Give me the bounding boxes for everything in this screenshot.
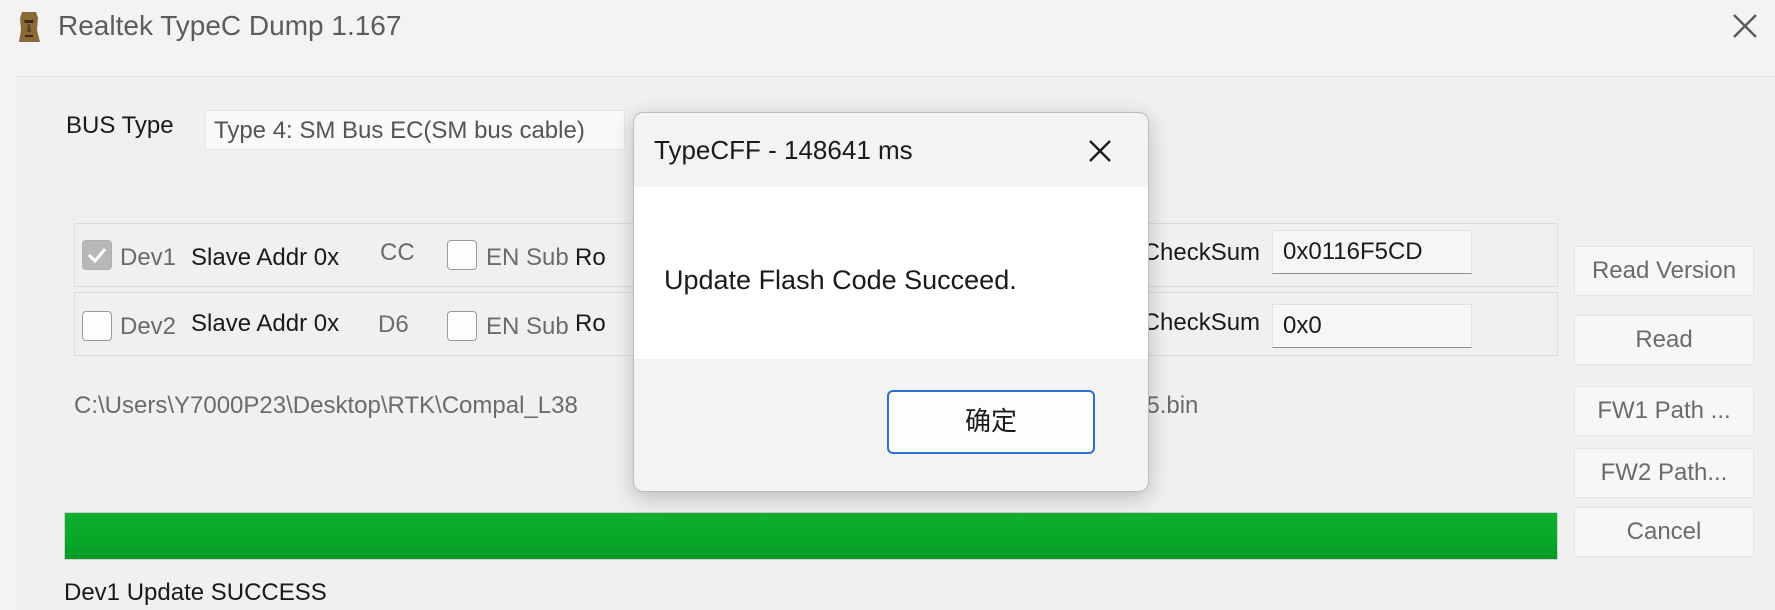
message-dialog: TypeCFF - 148641 ms Update Flash Code Su… [633,112,1149,492]
dev2-ro-label: Ro [575,310,606,337]
ok-button[interactable]: 确定 [887,390,1095,454]
dev2-checkbox[interactable] [82,311,112,341]
fw1-path-button[interactable]: FW1 Path ... [1574,386,1754,436]
read-version-button[interactable]: Read Version [1574,246,1754,296]
dev1-en-sub-checkbox[interactable] [447,240,477,270]
dev1-slave-addr-label: Slave Addr 0x [191,244,340,271]
progress-bar [64,512,1558,560]
fw2-path-button[interactable]: FW2 Path... [1574,448,1754,498]
dev2-en-sub-checkbox[interactable] [447,311,477,341]
title-bar: Realtek TypeC Dump 1.167 [0,0,1775,76]
dev1-label: Dev1 [120,244,177,271]
dev1-checkbox[interactable] [82,240,112,270]
dev2-checksum-field[interactable]: 0x0 [1272,304,1472,348]
dev2-en-sub-label: EN Sub [486,313,569,340]
status-text: Dev1 Update SUCCESS [64,579,327,606]
progress-fill [65,513,1557,559]
dialog-message: Update Flash Code Succeed. [664,265,1017,295]
fw1-path-left: C:\Users\Y7000P23\Desktop\RTK\Compal_L38 [74,392,578,419]
read-button[interactable]: Read [1574,315,1754,365]
dev1-checksum-field[interactable]: 0x0116F5CD [1272,230,1472,274]
dialog-title: TypeCFF - 148641 ms [654,135,913,165]
cancel-button[interactable]: Cancel [1574,507,1754,557]
checkmark-icon [87,248,107,264]
close-icon[interactable] [1080,131,1120,171]
dev2-slave-addr-label: Slave Addr 0x [191,310,340,337]
dev1-slave-addr-input[interactable]: CC [380,238,415,268]
dev2-label: Dev2 [120,313,177,340]
bus-type-label: BUS Type [66,112,174,139]
dev1-en-sub-label: EN Sub [486,244,569,271]
bus-type-select[interactable]: Type 4: SM Bus EC(SM bus cable) [205,110,625,150]
close-icon[interactable] [1725,6,1765,46]
moai-head-icon [19,12,40,42]
window-title: Realtek TypeC Dump 1.167 [58,10,402,41]
dev2-slave-addr-input[interactable]: D6 [378,310,409,340]
dev1-ro-label: Ro [575,244,606,271]
